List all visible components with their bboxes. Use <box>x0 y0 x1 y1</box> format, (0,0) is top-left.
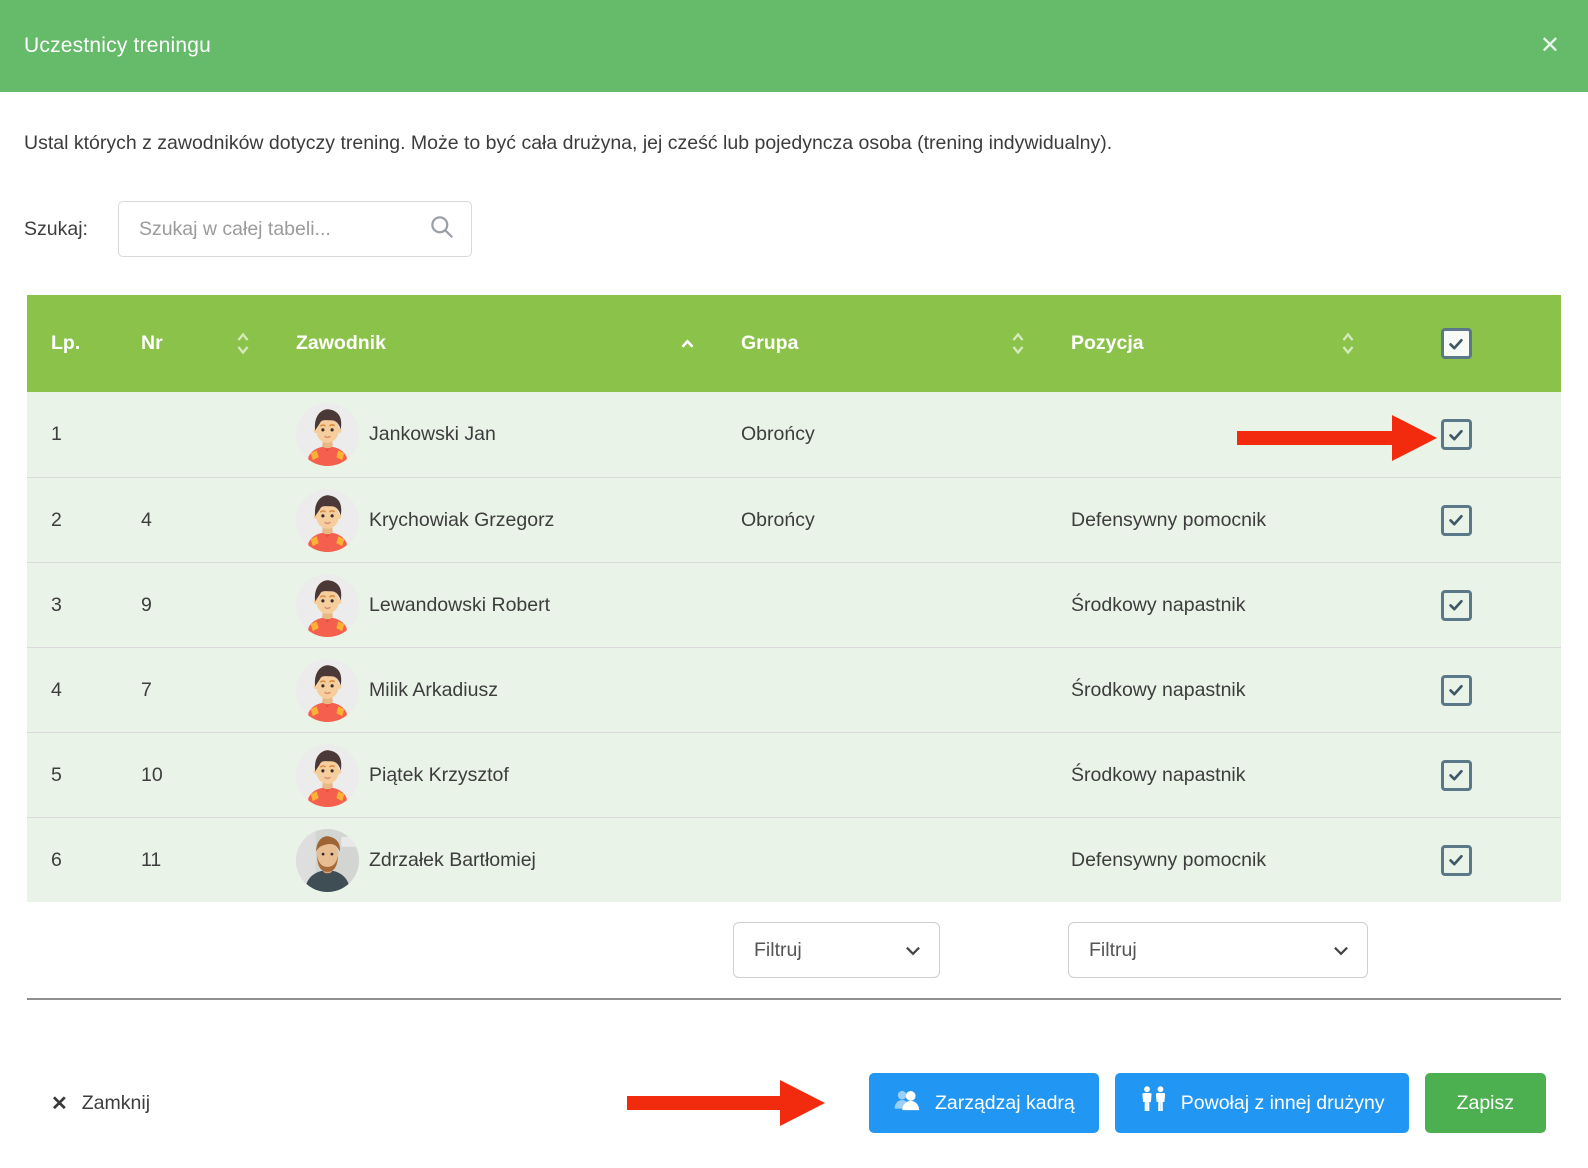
row-lp: 2 <box>27 509 117 532</box>
row-checkbox[interactable] <box>1441 419 1472 450</box>
row-position: Środkowy napastnik <box>1047 764 1377 787</box>
row-position: Środkowy napastnik <box>1047 679 1377 702</box>
player-name: Krychowiak Grzegorz <box>369 509 554 532</box>
player-name: Jankowski Jan <box>369 423 496 446</box>
row-player: Lewandowski Robert <box>272 574 717 637</box>
sort-both-icon[interactable] <box>236 331 250 356</box>
table-body: 1 Jankowski Jan Obrońcy 2 4 <box>27 392 1561 902</box>
row-lp: 5 <box>27 764 117 787</box>
row-position: Defensywny pomocnik <box>1047 849 1377 872</box>
search-input[interactable] <box>139 218 428 241</box>
table-row: 6 11 Zdrzałek Bartłomiej Defensywny pomo… <box>27 817 1561 902</box>
column-header-zawodnik[interactable]: Zawodnik <box>272 295 717 392</box>
modal-titlebar: Uczestnicy treningu ✕ <box>0 0 1588 92</box>
manage-squad-button[interactable]: Zarządzaj kadrą <box>869 1073 1099 1133</box>
table-row: 2 4 Krychowiak Grzegorz Obrońcy Defensyw… <box>27 477 1561 562</box>
row-checkbox[interactable] <box>1441 845 1472 876</box>
row-player: Milik Arkadiusz <box>272 659 717 722</box>
row-lp: 1 <box>27 423 117 446</box>
callup-other-team-button[interactable]: Powołaj z innej drużyny <box>1115 1073 1409 1133</box>
search-icon <box>428 213 455 245</box>
row-player: Krychowiak Grzegorz <box>272 489 717 552</box>
chevron-down-icon <box>1333 939 1349 962</box>
users-icon <box>893 1087 923 1119</box>
cartoon-male-avatar <box>296 574 359 637</box>
row-position: Defensywny pomocnik <box>1047 509 1377 532</box>
modal-footer: ✕ Zamknij Zarządzaj kadrą Powołaj z inne… <box>51 1073 1546 1133</box>
cartoon-male-avatar <box>296 403 359 466</box>
search-box <box>118 201 472 257</box>
row-lp: 3 <box>27 594 117 617</box>
position-filter-dropdown[interactable]: Filtruj <box>1068 922 1368 978</box>
player-name: Zdrzałek Bartłomiej <box>369 849 536 872</box>
photo-avatar <box>296 829 359 892</box>
sort-both-icon[interactable] <box>1011 331 1025 356</box>
column-header-nr[interactable]: Nr <box>117 295 272 392</box>
modal-title: Uczestnicy treningu <box>24 34 211 58</box>
row-lp: 6 <box>27 849 117 872</box>
row-lp: 4 <box>27 679 117 702</box>
row-player: Piątek Krzysztof <box>272 744 717 807</box>
row-group: Obrońcy <box>717 423 1047 446</box>
close-icon[interactable]: ✕ <box>1540 34 1560 58</box>
row-player: Jankowski Jan <box>272 403 717 466</box>
row-position: Środkowy napastnik <box>1047 594 1377 617</box>
table-row: 3 9 Lewandowski Robert Środkowy napastni… <box>27 562 1561 647</box>
table-row: 1 Jankowski Jan Obrońcy <box>27 392 1561 477</box>
row-nr: 9 <box>117 594 272 617</box>
player-name: Piątek Krzysztof <box>369 764 509 787</box>
player-name: Milik Arkadiusz <box>369 679 498 702</box>
sort-both-icon[interactable] <box>1341 331 1355 356</box>
row-checkbox[interactable] <box>1441 590 1472 621</box>
table-row: 5 10 Piątek Krzysztof Środkowy napastnik <box>27 732 1561 817</box>
cartoon-male-avatar <box>296 744 359 807</box>
column-header-lp: Lp. <box>27 295 117 392</box>
player-name: Lewandowski Robert <box>369 594 550 617</box>
row-player: Zdrzałek Bartłomiej <box>272 829 717 892</box>
search-label: Szukaj: <box>24 218 88 241</box>
two-people-icon <box>1139 1086 1169 1120</box>
group-filter-dropdown[interactable]: Filtruj <box>733 922 940 978</box>
row-nr: 10 <box>117 764 272 787</box>
close-label: Zamknij <box>82 1092 150 1115</box>
row-group: Obrońcy <box>717 509 1047 532</box>
close-x-icon: ✕ <box>51 1091 68 1116</box>
cartoon-male-avatar <box>296 659 359 722</box>
close-modal-button[interactable]: ✕ Zamknij <box>51 1091 150 1116</box>
chevron-down-icon <box>905 939 921 962</box>
select-all-checkbox[interactable] <box>1441 328 1472 359</box>
column-header-grupa[interactable]: Grupa <box>717 295 1047 392</box>
filter-row: Filtruj Filtruj <box>27 902 1561 1000</box>
table-row: 4 7 Milik Arkadiusz Środkowy napastnik <box>27 647 1561 732</box>
row-checkbox[interactable] <box>1441 505 1472 536</box>
row-checkbox[interactable] <box>1441 760 1472 791</box>
search-row: Szukaj: <box>24 201 1564 257</box>
column-header-pozycja[interactable]: Pozycja <box>1047 295 1377 392</box>
cartoon-male-avatar <box>296 489 359 552</box>
row-nr: 11 <box>117 849 272 872</box>
table-header: Lp. Nr Zawodnik Grupa Pozycja <box>27 295 1561 392</box>
row-nr: 7 <box>117 679 272 702</box>
participants-table: Lp. Nr Zawodnik Grupa Pozycja <box>27 295 1561 1000</box>
row-nr: 4 <box>117 509 272 532</box>
row-checkbox[interactable] <box>1441 675 1472 706</box>
modal-description: Ustal których z zawodników dotyczy treni… <box>24 132 1564 155</box>
sort-asc-icon[interactable] <box>680 338 695 349</box>
save-button[interactable]: Zapisz <box>1425 1073 1546 1133</box>
